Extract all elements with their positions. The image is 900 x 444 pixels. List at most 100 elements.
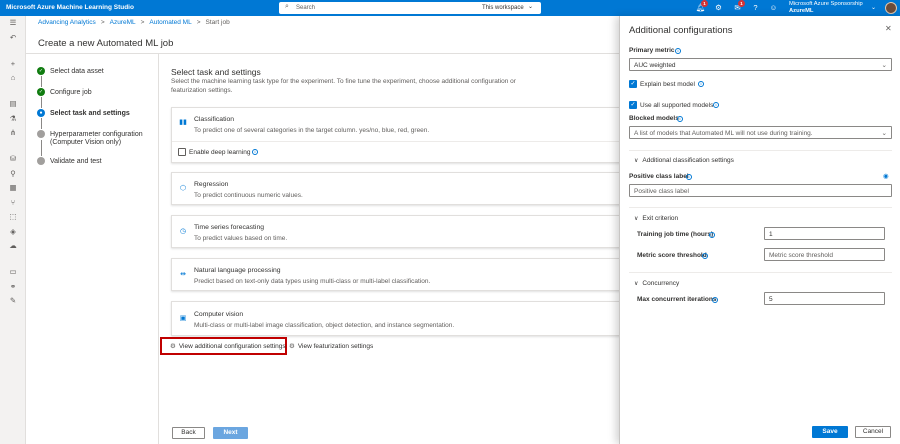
concurrency-toggle[interactable]: ∨ Concurrency xyxy=(634,280,679,287)
breadcrumb-current: Start job xyxy=(205,19,230,26)
labeling-icon[interactable]: ✎ xyxy=(8,296,18,306)
info-icon[interactable]: i xyxy=(675,47,681,54)
chevron-down-icon: ⌄ xyxy=(881,130,887,137)
task-card-computer-vision[interactable]: ▣ Computer vision Multi-class or multi-l… xyxy=(171,301,621,336)
training-time-value: 1 xyxy=(769,230,773,238)
panel-title: Additional configurations xyxy=(629,25,733,36)
chevron-down-icon[interactable]: ⌄ xyxy=(528,3,533,10)
metric-threshold-input[interactable]: Metric score threshold xyxy=(764,248,885,261)
automl-icon[interactable]: ⚗ xyxy=(8,114,18,124)
hamburger-icon[interactable]: ☰ xyxy=(8,18,18,28)
pipelines-icon[interactable]: ⑂ xyxy=(8,198,18,208)
task-card-nlp[interactable]: ⇹ Natural language processing Predict ba… xyxy=(171,258,621,291)
task-description: Predict based on text-only data types us… xyxy=(194,278,431,285)
designer-icon[interactable]: ⋔ xyxy=(8,128,18,138)
save-button[interactable]: Save xyxy=(812,426,848,438)
pending-step-icon xyxy=(37,157,45,165)
search-scope[interactable]: This workspace xyxy=(482,5,524,11)
primary-metric-value: AUC weighted xyxy=(634,61,676,69)
image-icon: ▣ xyxy=(179,315,187,322)
step-connector xyxy=(40,97,42,108)
info-icon[interactable]: i xyxy=(686,173,692,180)
smiley-icon[interactable]: ☺ xyxy=(768,2,779,13)
blocked-models-dropdown[interactable]: A list of models that Automated ML will … xyxy=(629,126,892,139)
info-icon[interactable]: i xyxy=(709,231,715,238)
avatar[interactable] xyxy=(885,2,897,14)
info-icon[interactable]: i xyxy=(252,149,258,155)
nlp-icon: ⇹ xyxy=(180,271,186,278)
breadcrumb-item[interactable]: Automated ML xyxy=(149,19,191,26)
components-icon[interactable]: ▦ xyxy=(8,183,18,193)
info-icon[interactable]: i xyxy=(712,296,718,303)
task-title: Natural language processing xyxy=(194,267,281,274)
search-input[interactable]: Search xyxy=(296,5,315,11)
task-card-forecasting[interactable]: ◷ Time series forecasting To predict val… xyxy=(171,215,621,248)
max-iterations-input[interactable]: 5 xyxy=(764,292,885,305)
check-icon: ✓ xyxy=(37,88,45,96)
positive-class-input[interactable]: Positive class label xyxy=(629,184,892,197)
additional-classification-toggle[interactable]: ∨ Additional classification settings xyxy=(634,157,734,164)
breadcrumb-separator-icon: > xyxy=(140,19,145,26)
search-box[interactable]: ⌕ Search This workspace ⌄ xyxy=(279,2,541,14)
max-iterations-label: Max concurrent iterations xyxy=(637,296,717,303)
primary-metric-dropdown[interactable]: AUC weighted ⌄ xyxy=(629,58,892,71)
breadcrumb-item[interactable]: Advancing Analytics xyxy=(38,19,96,26)
account-info[interactable]: Microsoft Azure Sponsorship AzureML xyxy=(789,1,863,14)
view-additional-label: View additional configuration settings xyxy=(178,343,286,350)
bell-icon[interactable]: 🔔︎ 1 xyxy=(695,0,708,13)
feedback-icon[interactable]: ✉ 1 xyxy=(732,0,745,13)
environments-icon[interactable]: ⬚ xyxy=(8,212,18,222)
positive-class-placeholder: Positive class label xyxy=(634,187,689,195)
max-iterations-value: 5 xyxy=(769,295,773,303)
help-icon[interactable]: ? xyxy=(750,2,761,13)
new-icon[interactable]: + xyxy=(8,59,18,69)
breadcrumb-separator-icon: > xyxy=(100,19,105,26)
task-card-regression[interactable]: ⬡ Regression To predict continuous numer… xyxy=(171,172,621,205)
info-icon[interactable]: i xyxy=(713,102,719,108)
task-description: Multi-class or multi-label image classif… xyxy=(194,322,455,329)
back-button[interactable]: Back xyxy=(172,427,205,439)
current-step-icon: ● xyxy=(37,109,45,117)
account-name: Microsoft Azure Sponsorship xyxy=(789,1,863,7)
exit-criterion-toggle[interactable]: ∨ Exit criterion xyxy=(634,215,678,222)
info-icon[interactable]: i xyxy=(702,252,708,259)
close-icon[interactable]: ✕ xyxy=(885,24,892,33)
models-icon[interactable]: ◈ xyxy=(8,227,18,237)
explain-best-model-label: Explain best model xyxy=(640,80,695,88)
endpoints-icon[interactable]: ☁ xyxy=(8,241,18,251)
back-icon[interactable]: ↶ xyxy=(8,33,18,43)
use-all-models-checkbox[interactable]: ✓ xyxy=(629,101,637,109)
task-title: Time series forecasting xyxy=(194,224,265,231)
jobs-icon[interactable]: ⚲ xyxy=(8,169,18,179)
panel-divider xyxy=(629,207,892,208)
task-title: Regression xyxy=(194,181,229,188)
breadcrumb-item[interactable]: AzureML xyxy=(110,19,136,26)
task-card-classification[interactable]: ▮▮ Classification To predict one of seve… xyxy=(171,107,621,163)
explain-best-model-checkbox[interactable]: ✓ xyxy=(629,80,637,88)
use-all-models-label: Use all supported models xyxy=(640,101,714,109)
breadcrumb-separator-icon: > xyxy=(196,19,201,26)
view-featurization-button[interactable]: ⚙ View featurization settings xyxy=(289,342,373,350)
linked-services-icon[interactable]: ⚭ xyxy=(8,282,18,292)
eye-icon[interactable]: ◉ xyxy=(883,172,889,180)
feedback-badge: 1 xyxy=(738,0,745,7)
task-title: Classification xyxy=(194,116,235,123)
data-icon[interactable]: ⛁ xyxy=(8,154,18,164)
next-button[interactable]: Next xyxy=(213,427,248,439)
app-title[interactable]: Microsoft Azure Machine Learning Studio xyxy=(6,4,134,11)
compute-icon[interactable]: ▭ xyxy=(8,267,18,277)
info-icon[interactable]: i xyxy=(677,115,683,122)
step-label: Configure job xyxy=(50,88,92,96)
training-time-input[interactable]: 1 xyxy=(764,227,885,240)
deep-learning-checkbox[interactable] xyxy=(178,148,186,156)
view-additional-config-button[interactable]: ⚙ View additional configuration settings xyxy=(170,342,286,350)
gear-icon[interactable]: ⚙ xyxy=(713,2,724,13)
step-connector xyxy=(40,140,42,156)
view-featurization-label: View featurization settings xyxy=(297,343,374,350)
account-chevron-icon[interactable]: ⌄ xyxy=(871,4,876,11)
notebook-icon[interactable]: ▤ xyxy=(8,99,18,109)
cancel-button[interactable]: Cancel xyxy=(855,426,891,438)
home-icon[interactable]: ⌂ xyxy=(8,73,18,83)
info-icon[interactable]: i xyxy=(698,81,704,87)
breadcrumb: Advancing Analytics > AzureML > Automated ML… xyxy=(38,19,230,26)
